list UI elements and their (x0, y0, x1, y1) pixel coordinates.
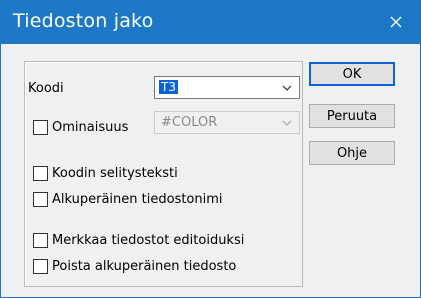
property-checkbox[interactable] (33, 120, 48, 135)
option-delete-original[interactable]: Poista alkuperäinen tiedosto (33, 259, 236, 274)
option-mark-edited[interactable]: Merkkaa tiedostot editoiduksi (33, 233, 244, 248)
property-select: #COLOR (154, 111, 300, 134)
original-filename-label: Alkuperäinen tiedostonimi (52, 192, 223, 207)
mark-edited-label: Merkkaa tiedostot editoiduksi (52, 233, 245, 248)
ok-button[interactable]: OK (309, 62, 395, 86)
chevron-down-icon (282, 120, 292, 126)
title-bar: Tiedoston jako (1, 1, 420, 44)
dialog-title: Tiedoston jako (13, 10, 154, 32)
mark-edited-checkbox[interactable] (33, 233, 48, 248)
delete-original-checkbox[interactable] (33, 259, 48, 274)
close-icon (390, 16, 402, 28)
file-split-dialog: Tiedoston jako Koodi T3 Ominaisuus #COLO… (0, 0, 421, 298)
property-label: Ominaisuus (52, 120, 129, 135)
original-filename-checkbox[interactable] (33, 192, 48, 207)
help-button[interactable]: Ohje (309, 141, 395, 165)
close-button[interactable] (380, 7, 412, 37)
property-checkbox-row[interactable]: Ominaisuus (33, 120, 128, 135)
code-description-checkbox[interactable] (33, 166, 48, 181)
option-code-description[interactable]: Koodin selitysteksti (33, 166, 178, 181)
code-value: T3 (159, 80, 178, 94)
code-select-value: T3 (159, 80, 178, 94)
code-description-label: Koodin selitysteksti (52, 166, 178, 181)
code-select[interactable]: T3 (154, 76, 300, 99)
code-label: Koodi (28, 81, 64, 96)
cancel-button[interactable]: Peruuta (309, 104, 395, 128)
property-select-value: #COLOR (161, 115, 218, 130)
chevron-down-icon (282, 85, 292, 91)
delete-original-label: Poista alkuperäinen tiedosto (52, 259, 237, 274)
option-original-filename[interactable]: Alkuperäinen tiedostonimi (33, 192, 223, 207)
